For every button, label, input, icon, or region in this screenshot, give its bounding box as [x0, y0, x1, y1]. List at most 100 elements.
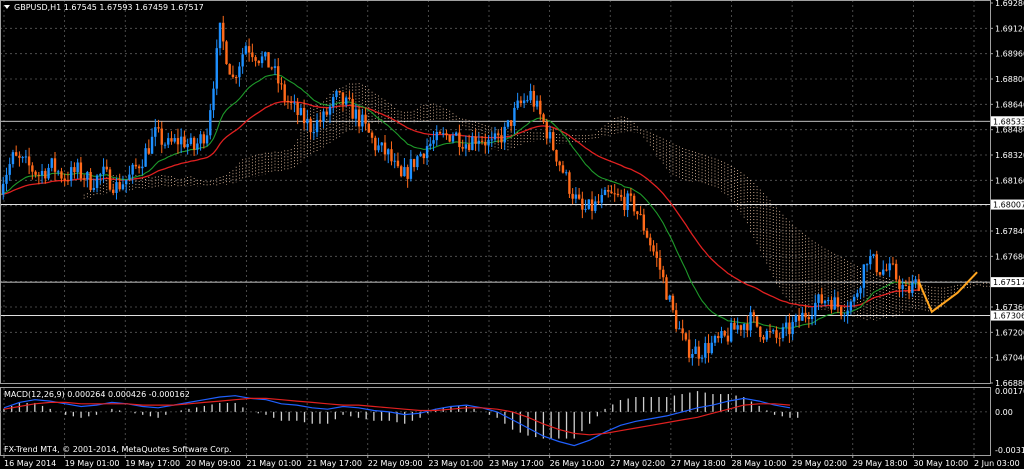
bull-candle: [442, 133, 445, 135]
bear-candle: [875, 254, 878, 273]
bear-candle: [759, 326, 762, 337]
x-tick-label: 30 May 10:00: [913, 459, 968, 468]
bear-candle: [642, 214, 646, 231]
bull-candle: [124, 179, 128, 185]
bull-candle: [199, 134, 202, 144]
y-tick-label: 1.68480: [995, 126, 1024, 135]
x-tick-label: 20 May 09:00: [186, 459, 241, 468]
bear-candle: [412, 159, 416, 168]
bull-candle: [141, 166, 144, 169]
bull-candle: [859, 287, 862, 294]
y-tick-label: 1.68160: [995, 176, 1024, 185]
macd-tick-label: 0.00: [995, 408, 1013, 417]
bear-candle: [545, 121, 548, 139]
bear-candle: [820, 294, 823, 304]
bull-candle: [564, 172, 568, 174]
x-tick-label: 2 Jun 03:00: [974, 459, 1020, 468]
bull-candle: [299, 107, 303, 116]
bull-candle: [238, 66, 241, 78]
bear-candle: [82, 178, 86, 180]
bear-candle: [160, 128, 163, 145]
bull-candle: [574, 194, 578, 199]
bull-candle: [791, 321, 794, 335]
bear-candle: [18, 155, 21, 158]
bull-candle: [911, 282, 914, 293]
bear-candle: [231, 74, 235, 78]
bear-candle: [289, 102, 293, 104]
bull-candle: [186, 143, 189, 148]
bear-candle: [775, 330, 778, 338]
bull-candle: [218, 22, 222, 49]
bull-candle: [678, 328, 681, 330]
bear-candle: [898, 279, 901, 290]
bull-candle: [115, 182, 118, 193]
bear-candle: [778, 337, 781, 339]
bull-candle: [710, 342, 713, 354]
bear-candle: [458, 132, 461, 148]
bull-candle: [700, 357, 704, 359]
bear-candle: [623, 196, 626, 210]
bull-candle: [869, 256, 872, 265]
bear-candle: [497, 133, 500, 136]
bear-candle: [788, 322, 791, 335]
trading-chart[interactable]: 1.69280 1.69120 1.68960 1.68800 1.68640 1.684…: [0, 0, 1024, 469]
bear-candle: [448, 135, 451, 142]
bear-candle: [484, 141, 487, 146]
bull-candle: [827, 299, 830, 301]
bear-candle: [671, 295, 675, 311]
bull-candle: [69, 167, 73, 181]
bull-candle: [584, 208, 587, 210]
bull-candle: [429, 143, 432, 147]
bear-candle: [53, 158, 57, 172]
bull-candle: [332, 97, 335, 107]
x-tick-label: 27 May 18:00: [671, 459, 726, 468]
bear-candle: [697, 346, 701, 359]
bear-candle: [367, 123, 371, 133]
bear-candle: [286, 100, 290, 103]
bull-candle: [163, 144, 167, 146]
bear-candle: [762, 336, 765, 340]
bull-candle: [99, 174, 102, 176]
chart-header: GBPUSD,H1 1.67545 1.67593 1.67459 1.6751…: [14, 3, 204, 12]
x-tick-label: 29 May 02:00: [792, 459, 847, 468]
bull-candle: [260, 56, 264, 64]
bull-candle: [432, 140, 435, 144]
bull-candle: [846, 310, 849, 316]
bear-candle: [280, 83, 283, 85]
bull-candle: [487, 139, 490, 146]
bear-candle: [739, 325, 743, 330]
bear-candle: [228, 64, 231, 75]
bear-candle: [561, 165, 565, 173]
bull-candle: [306, 118, 309, 124]
bull-candle: [600, 194, 603, 203]
bull-candle: [454, 132, 458, 136]
bear-candle: [830, 299, 833, 310]
bear-candle: [270, 67, 273, 69]
bull-candle: [888, 263, 891, 271]
bull-candle: [264, 52, 267, 57]
copyright-text: FX-Trend MT4, © 2001-2014, MetaQuotes So…: [4, 445, 232, 454]
price-tag-label: 1.68533: [993, 117, 1024, 126]
bull-candle: [128, 174, 131, 180]
bear-candle: [836, 297, 840, 307]
bear-candle: [542, 114, 545, 122]
bear-candle: [804, 312, 807, 318]
bear-candle: [480, 140, 484, 142]
bull-candle: [173, 138, 176, 142]
bull-candle: [810, 316, 814, 320]
bear-candle: [839, 306, 843, 316]
bull-candle: [416, 156, 419, 168]
y-tick-label: 1.69120: [995, 24, 1024, 33]
bear-candle: [383, 142, 387, 155]
bull-candle: [92, 187, 96, 190]
y-tick-label: 1.67200: [995, 328, 1024, 337]
bull-candle: [121, 184, 125, 190]
bear-candle: [27, 156, 31, 166]
bear-candle: [338, 90, 341, 93]
bull-candle: [862, 264, 866, 288]
bull-candle: [419, 153, 422, 157]
bull-candle: [852, 296, 856, 302]
bear-candle: [610, 191, 613, 194]
bear-candle: [597, 201, 600, 203]
bear-candle: [31, 165, 34, 172]
